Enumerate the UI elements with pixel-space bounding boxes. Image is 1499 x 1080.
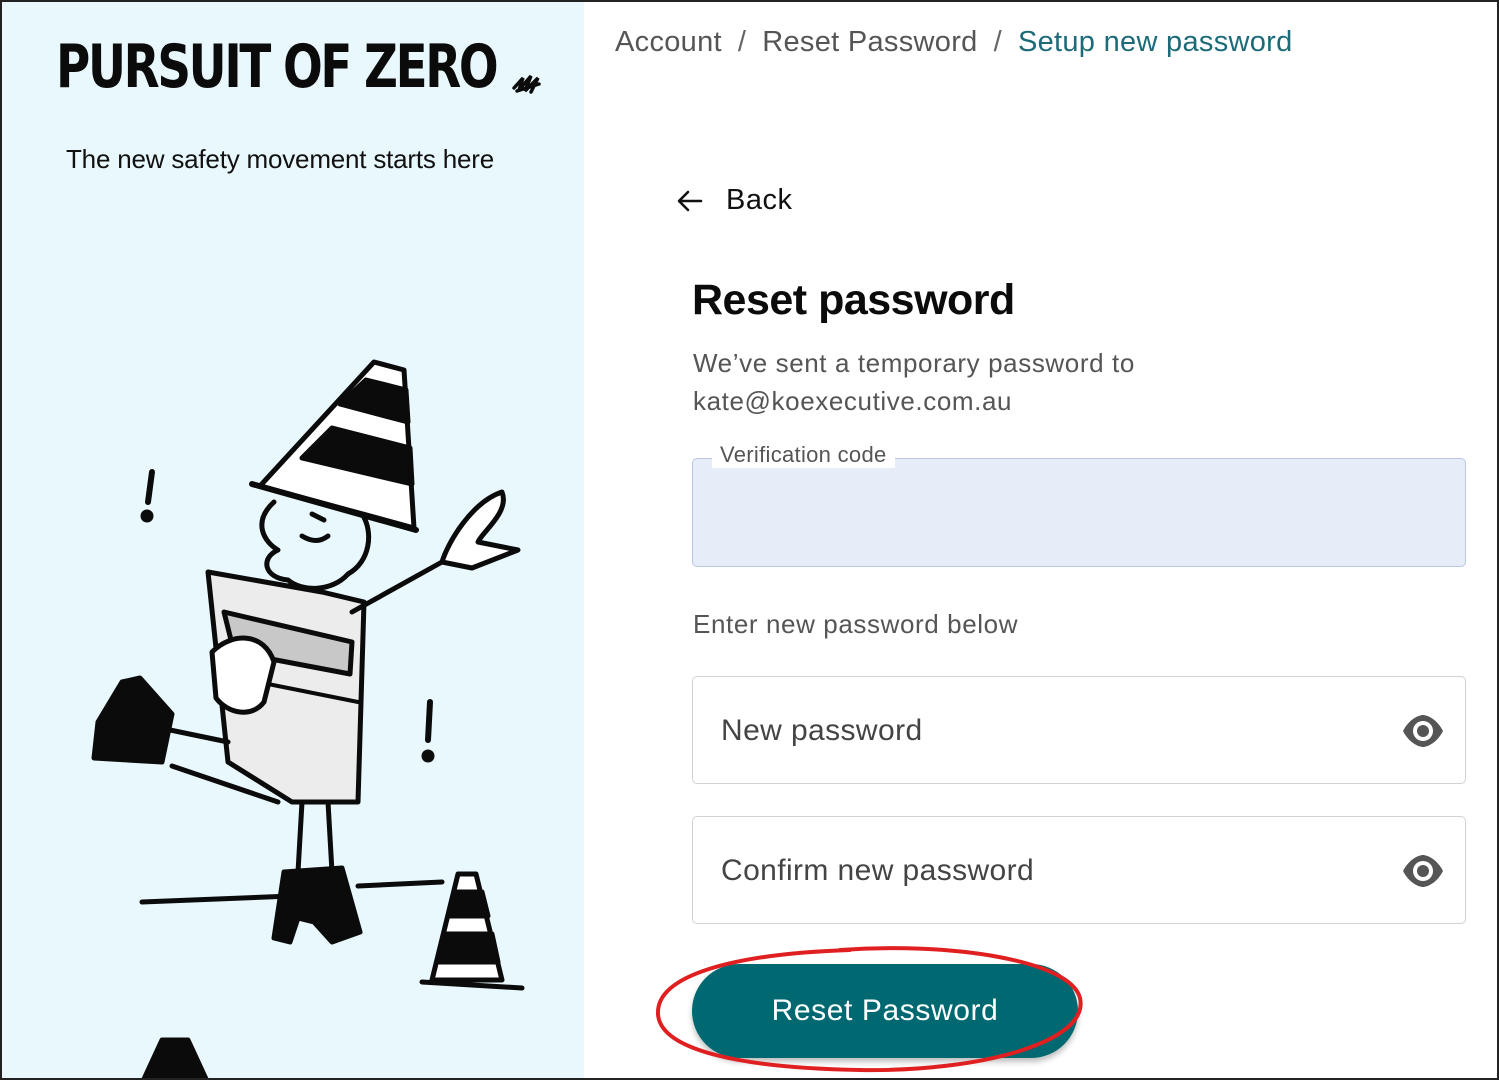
logo-scribble-icon	[512, 74, 541, 94]
safety-cone-character-illustration	[91, 359, 525, 1078]
new-password-field[interactable]	[692, 676, 1466, 785]
breadcrumb-separator: /	[993, 26, 1002, 58]
recipient-email: kate@koexecutive.com.au	[693, 386, 1013, 416]
eye-icon[interactable]	[1401, 713, 1445, 749]
verification-code-field[interactable]	[692, 458, 1469, 568]
tagline: The new safety movement starts here	[66, 144, 494, 174]
confirm-password-input[interactable]	[719, 817, 1363, 925]
page-title: Reset password	[692, 276, 1015, 324]
breadcrumb-reset-password[interactable]: Reset Password	[762, 26, 977, 58]
back-label: Back	[726, 184, 793, 216]
brand-panel: PURSUIT OF ZERO The new safety movement …	[2, 2, 584, 1078]
back-link[interactable]: Back	[674, 184, 792, 217]
new-password-input[interactable]	[719, 677, 1363, 785]
verification-code-input[interactable]	[693, 459, 1469, 568]
confirm-password-field[interactable]	[692, 816, 1466, 925]
sent-notice: We’ve sent a temporary password to kate@…	[693, 344, 1135, 420]
breadcrumb-current: Setup new password	[1017, 26, 1293, 58]
reset-password-button[interactable]: Reset Password	[692, 964, 1078, 1058]
breadcrumb: Account / Reset Password / Setup new passwor…	[615, 26, 1293, 59]
breadcrumb-separator: /	[737, 26, 747, 58]
sent-notice-line: We’ve sent a temporary password to	[693, 348, 1135, 378]
verification-code-label: Verification code	[712, 442, 895, 468]
eye-icon[interactable]	[1401, 853, 1445, 889]
logo: PURSUIT OF ZERO	[56, 32, 499, 102]
breadcrumb-account[interactable]: Account	[615, 26, 722, 58]
password-helper-text: Enter new password below	[693, 609, 1019, 639]
arrow-left-icon	[677, 190, 703, 211]
